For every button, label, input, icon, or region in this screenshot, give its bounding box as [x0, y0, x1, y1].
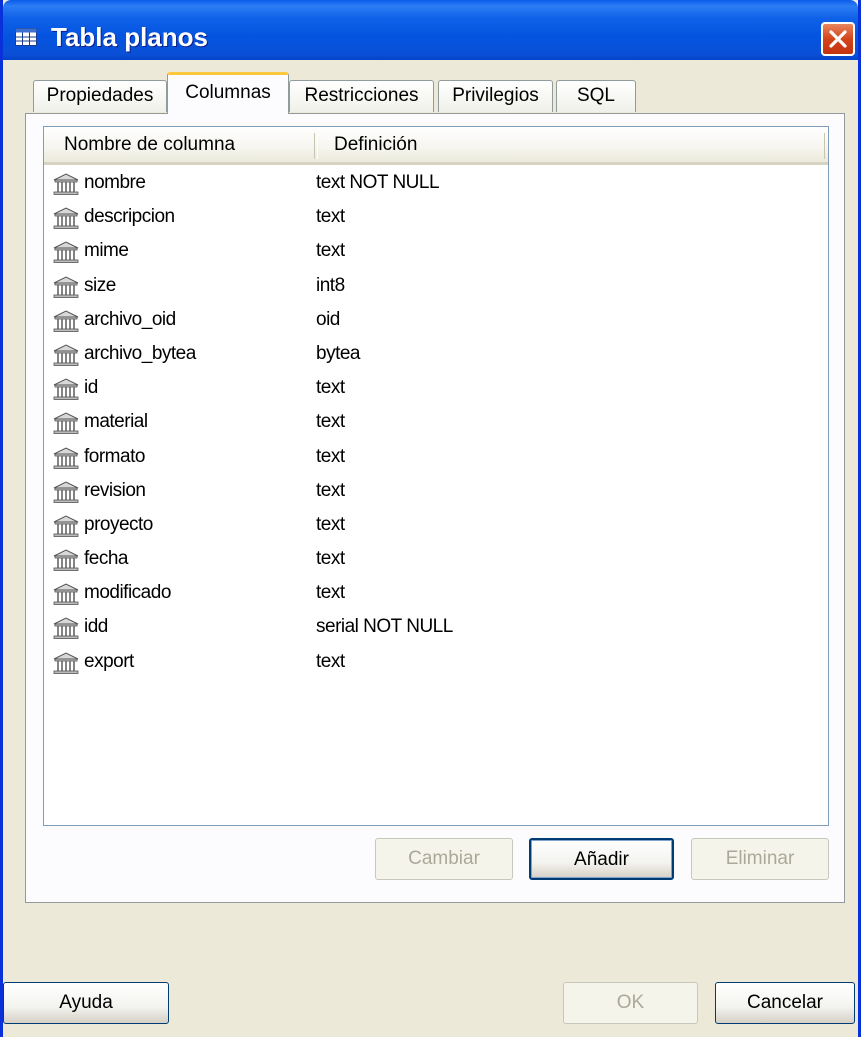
- column-icon: [52, 515, 80, 537]
- column-divider[interactable]: [314, 133, 318, 159]
- table-row[interactable]: export text: [44, 646, 828, 680]
- column-icon: [52, 276, 80, 298]
- table-row[interactable]: id text: [44, 372, 828, 406]
- tab-propiedades[interactable]: Propiedades: [33, 80, 167, 112]
- column-name: descripcion: [84, 206, 175, 228]
- column-name: idd: [84, 616, 108, 638]
- window-title: Tabla planos: [51, 22, 208, 52]
- column-header-definition[interactable]: Definición: [334, 133, 417, 157]
- column-definition: oid: [316, 308, 340, 330]
- tab-sql[interactable]: SQL: [556, 80, 636, 112]
- table-row[interactable]: material text: [44, 406, 828, 440]
- column-definition: int8: [316, 274, 345, 296]
- column-name: revision: [84, 479, 146, 501]
- column-definition: bytea: [316, 342, 360, 364]
- tab-strip: Propiedades Columnas Restricciones Privi…: [25, 72, 835, 114]
- title-bar[interactable]: Tabla planos: [3, 0, 858, 60]
- column-definition: text NOT NULL: [316, 172, 440, 193]
- column-icon: [52, 378, 80, 401]
- column-name: formato: [84, 445, 145, 467]
- table-row[interactable]: size int8: [44, 270, 828, 304]
- column-definition: text: [316, 377, 345, 399]
- tab-restricciones[interactable]: Restricciones: [289, 80, 434, 112]
- column-definition: text: [316, 650, 345, 672]
- column-name: proyecto: [84, 513, 153, 535]
- cancel-button[interactable]: Cancelar: [715, 982, 855, 1024]
- column-name: modificado: [84, 582, 171, 604]
- column-definition: text: [316, 206, 345, 228]
- column-name: fecha: [84, 548, 128, 570]
- column-name: archivo_bytea: [84, 342, 196, 364]
- column-definition: text: [316, 445, 345, 467]
- table-row[interactable]: modificado text: [44, 577, 828, 611]
- column-name: size: [84, 274, 116, 296]
- column-definition: text: [316, 411, 345, 433]
- column-icon: [52, 412, 80, 435]
- column-definition: text: [316, 240, 345, 262]
- tab-privilegios[interactable]: Privilegios: [438, 80, 553, 112]
- columns-tab-panel: Nombre de columna Definición nombre text …: [25, 113, 845, 903]
- anadir-button[interactable]: Añadir: [529, 838, 674, 880]
- column-name: material: [84, 411, 148, 433]
- columns-list[interactable]: Nombre de columna Definición nombre text …: [43, 126, 829, 826]
- ok-button[interactable]: OK: [563, 982, 698, 1024]
- list-header: Nombre de columna Definición: [44, 127, 828, 165]
- cambiar-button[interactable]: Cambiar: [375, 838, 513, 880]
- table-icon: [15, 28, 37, 46]
- table-row[interactable]: archivo_oid oid: [44, 304, 828, 338]
- table-row[interactable]: fecha text: [44, 543, 828, 577]
- tab-columnas[interactable]: Columnas: [167, 72, 289, 114]
- close-button[interactable]: [821, 22, 855, 56]
- column-definition: serial NOT NULL: [316, 616, 453, 638]
- column-name: export: [84, 650, 134, 672]
- table-row[interactable]: revision text: [44, 475, 828, 509]
- table-row[interactable]: descripcion text: [44, 201, 828, 235]
- dialog-window: Tabla planos Propiedades Columnas Restri…: [0, 0, 861, 1037]
- column-definition: text: [316, 582, 345, 604]
- column-definition: text: [316, 548, 345, 570]
- column-icon: [52, 549, 80, 571]
- column-icon: [52, 344, 80, 366]
- table-row[interactable]: formato text: [44, 441, 828, 475]
- column-icon: [52, 481, 80, 503]
- eliminar-button[interactable]: Eliminar: [691, 838, 829, 880]
- table-row[interactable]: mime text: [44, 235, 828, 269]
- column-name: archivo_oid: [84, 308, 176, 330]
- table-row[interactable]: proyecto text: [44, 509, 828, 543]
- table-row[interactable]: idd serial NOT NULL: [44, 611, 828, 645]
- column-definition: text: [316, 513, 345, 535]
- list-rows: nombre text NOT NULL descripcion text mime te…: [44, 167, 828, 680]
- column-icon: [52, 617, 80, 640]
- column-icon: [52, 241, 80, 264]
- column-icon: [52, 652, 80, 674]
- column-icon: [52, 310, 80, 332]
- column-header-name[interactable]: Nombre de columna: [64, 133, 235, 157]
- column-divider[interactable]: [824, 133, 827, 159]
- column-icon: [52, 173, 80, 195]
- table-row[interactable]: archivo_bytea bytea: [44, 338, 828, 372]
- column-definition: text: [316, 479, 345, 501]
- table-row[interactable]: nombre text NOT NULL: [44, 167, 828, 201]
- help-button[interactable]: Ayuda: [3, 982, 169, 1024]
- column-name: id: [84, 377, 98, 399]
- column-name: nombre: [84, 172, 146, 193]
- column-icon: [52, 446, 80, 469]
- column-name: mime: [84, 240, 129, 262]
- column-icon: [52, 583, 80, 606]
- column-icon: [52, 207, 80, 230]
